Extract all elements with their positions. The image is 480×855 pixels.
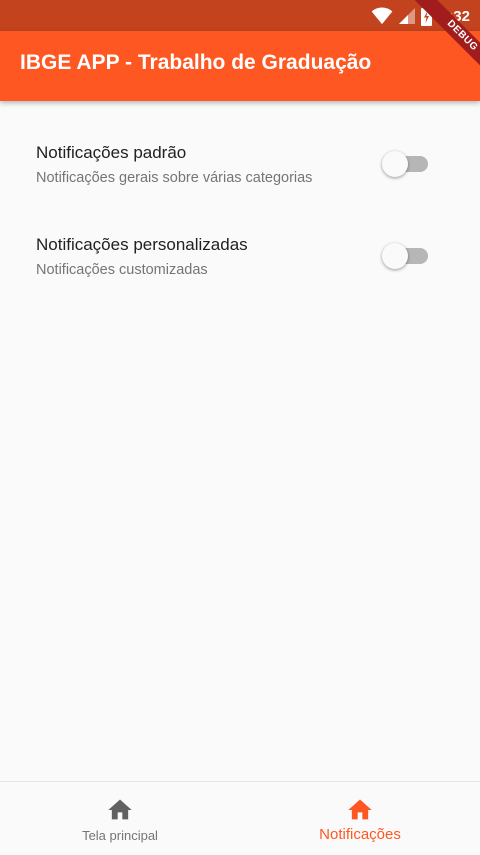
settings-list: Notificações padrão Notificações gerais … — [0, 101, 480, 781]
app-title: IBGE APP - Trabalho de Graduação — [20, 51, 372, 74]
setting-subtitle: Notificações gerais sobre várias categor… — [36, 170, 313, 186]
status-icons: 8:32 — [371, 5, 470, 27]
setting-title: Notificações personalizadas — [36, 235, 248, 254]
nav-label: Tela principal — [82, 828, 158, 843]
bottom-navigation: Tela principal Notificações — [0, 781, 480, 855]
status-time: 8:32 — [439, 7, 470, 25]
setting-title: Notificações padrão — [36, 143, 187, 162]
app-bar: IBGE APP - Trabalho de Graduação — [0, 31, 480, 101]
custom-notifications-switch[interactable] — [382, 243, 430, 269]
nav-item-notifications[interactable]: Notificações — [240, 782, 480, 855]
battery-charging-icon — [420, 6, 432, 26]
wifi-icon — [371, 7, 393, 25]
nav-label: Notificações — [319, 826, 401, 843]
setting-row-custom-notifications[interactable]: Notificações personalizadas Notificações… — [0, 193, 480, 285]
home-icon — [348, 799, 372, 820]
setting-subtitle: Notificações customizadas — [36, 262, 208, 278]
switch-thumb — [382, 243, 408, 269]
default-notifications-switch[interactable] — [382, 151, 430, 177]
switch-thumb — [382, 151, 408, 177]
home-icon — [108, 799, 132, 820]
signal-icon — [398, 8, 415, 24]
setting-row-default-notifications[interactable]: Notificações padrão Notificações gerais … — [0, 101, 480, 193]
status-bar: 8:32 — [0, 0, 480, 31]
nav-item-home[interactable]: Tela principal — [0, 782, 240, 855]
